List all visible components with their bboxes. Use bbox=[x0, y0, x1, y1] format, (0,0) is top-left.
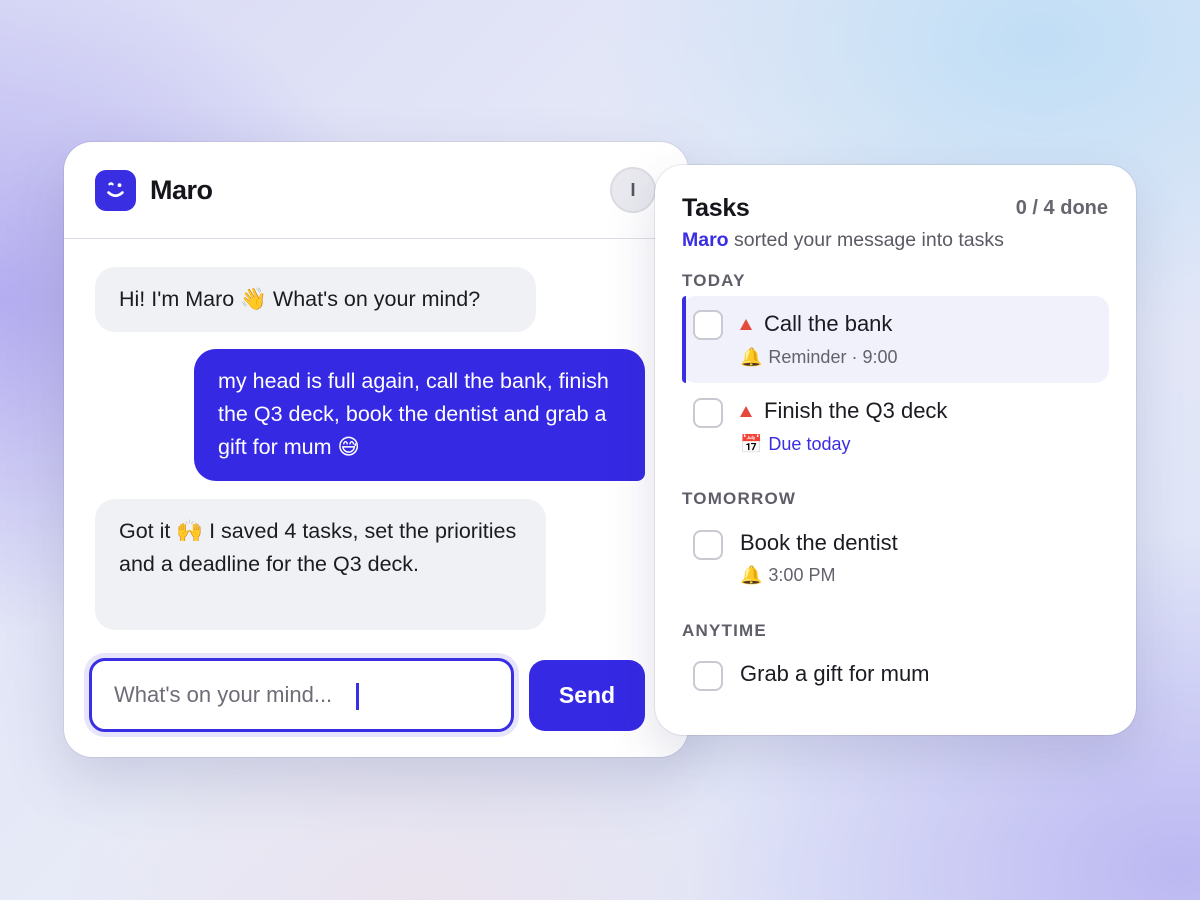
task-due-date: 📅 Due today bbox=[740, 434, 850, 455]
maro-logo-icon bbox=[95, 170, 136, 211]
task-item-finish-q3-deck[interactable]: Finish the Q3 deck 📅 Due today bbox=[682, 384, 1109, 470]
bot-message: Got it 🙌 I saved 4 tasks, set the priori… bbox=[95, 499, 546, 630]
task-reminder: 🔔 3:00 PM bbox=[740, 565, 835, 586]
task-title: Finish the Q3 deck bbox=[740, 398, 947, 424]
message-input[interactable] bbox=[89, 658, 514, 732]
task-checkbox[interactable] bbox=[693, 310, 723, 340]
task-reminder: 🔔 Reminder · 9:00 bbox=[740, 347, 897, 368]
task-meta-text: Due today bbox=[768, 434, 851, 454]
task-meta-text: 3:00 PM bbox=[768, 565, 836, 585]
text-caret bbox=[356, 683, 359, 710]
user-message: my head is full again, call the bank, fi… bbox=[194, 349, 645, 481]
chat-header: Maro I bbox=[64, 142, 688, 239]
done-count: 0 / 4 done bbox=[1015, 197, 1108, 219]
task-item-book-the-dentist[interactable]: Book the dentist 🔔 3:00 PM bbox=[682, 513, 1109, 599]
app-title: Maro bbox=[150, 175, 213, 205]
send-button[interactable]: Send bbox=[529, 660, 645, 731]
task-checkbox[interactable] bbox=[693, 398, 723, 428]
chat-window: Maro I Hi! I'm Maro 👋 What's on your min… bbox=[64, 142, 688, 757]
task-item-grab-a-gift[interactable]: Grab a gift for mum bbox=[682, 646, 1109, 708]
tasks-subtitle: Maro sorted your message into tasks bbox=[682, 229, 1004, 252]
task-title-text: Book the dentist bbox=[740, 530, 898, 555]
task-checkbox[interactable] bbox=[693, 661, 723, 691]
calendar-icon: 📅 bbox=[740, 434, 763, 454]
task-title: Call the bank bbox=[740, 311, 892, 337]
task-title-text: Finish the Q3 deck bbox=[764, 398, 948, 423]
task-checkbox[interactable] bbox=[693, 530, 723, 560]
task-meta-text: Reminder · 9:00 bbox=[768, 347, 898, 367]
task-title-text: Call the bank bbox=[764, 311, 893, 336]
section-label-anytime: ANYTIME bbox=[682, 621, 767, 640]
task-title: Grab a gift for mum bbox=[740, 661, 930, 687]
priority-high-icon bbox=[740, 318, 752, 330]
task-title-text: Grab a gift for mum bbox=[740, 661, 930, 686]
bot-message: Hi! I'm Maro 👋 What's on your mind? bbox=[95, 267, 536, 332]
user-avatar[interactable]: I bbox=[610, 167, 656, 213]
task-title: Book the dentist bbox=[740, 530, 898, 556]
bell-icon: 🔔 bbox=[740, 347, 763, 367]
tasks-title: Tasks bbox=[682, 194, 750, 222]
priority-high-icon bbox=[740, 405, 752, 417]
subtitle-brand: Maro bbox=[682, 229, 729, 251]
subtitle-text: sorted your message into tasks bbox=[734, 229, 1004, 251]
section-label-today: TODAY bbox=[682, 271, 746, 290]
tasks-panel: Tasks 0 / 4 done Maro sorted your messag… bbox=[655, 165, 1136, 735]
task-item-call-the-bank[interactable]: Call the bank 🔔 Reminder · 9:00 bbox=[682, 296, 1109, 383]
section-label-tomorrow: TOMORROW bbox=[682, 489, 797, 508]
bell-icon: 🔔 bbox=[740, 565, 763, 585]
